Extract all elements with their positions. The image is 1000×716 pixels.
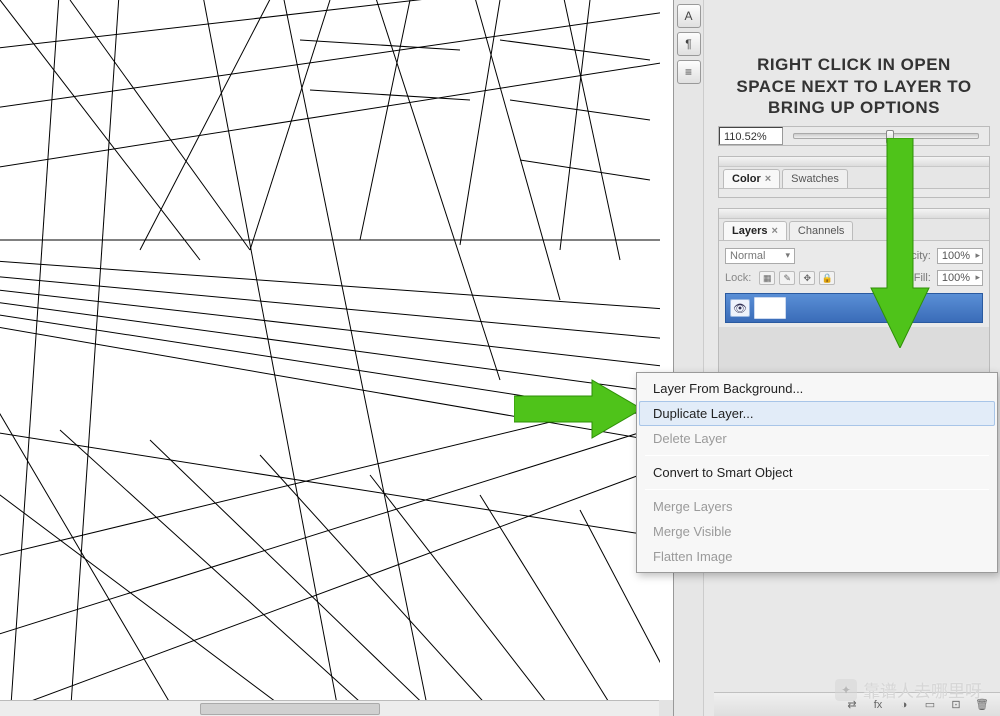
- fill-input[interactable]: 100%: [937, 270, 983, 286]
- panel-titlebar[interactable]: [719, 209, 989, 219]
- blend-mode-select[interactable]: Normal: [725, 248, 795, 264]
- close-icon[interactable]: ×: [771, 225, 777, 237]
- menu-item[interactable]: Duplicate Layer...: [639, 401, 995, 426]
- type-tool-icon[interactable]: A: [677, 4, 701, 28]
- scrollbar-thumb[interactable]: [200, 703, 380, 715]
- tab-channels[interactable]: Channels: [789, 221, 853, 240]
- color-panel-tabs: Color × Swatches: [719, 167, 989, 189]
- close-icon[interactable]: ×: [765, 173, 771, 185]
- panel-collapse-icon[interactable]: ≡: [677, 60, 701, 84]
- visibility-eye-icon[interactable]: 👁: [730, 299, 750, 317]
- tab-layers[interactable]: Layers ×: [723, 221, 787, 240]
- horizontal-scrollbar[interactable]: [0, 700, 660, 716]
- instruction-line: RIGHT CLICK IN OPEN: [757, 55, 951, 74]
- layer-row-selected[interactable]: 👁: [725, 293, 983, 323]
- panel-stack: RIGHT CLICK IN OPEN SPACE NEXT TO LAYER …: [704, 0, 1000, 716]
- zoom-slider-knob[interactable]: [886, 130, 894, 144]
- instruction-text: RIGHT CLICK IN OPEN SPACE NEXT TO LAYER …: [722, 54, 986, 118]
- fill-label: Fill:: [914, 272, 931, 284]
- lock-pixels-icon[interactable]: ✎: [779, 271, 795, 285]
- watermark: ✦ 靠谱人去哪里呀: [835, 677, 982, 702]
- layers-panel-tabs: Layers × Channels: [719, 219, 989, 241]
- scroll-corner: [659, 700, 673, 716]
- tool-strip: A ¶ ≡: [674, 0, 704, 716]
- panel-titlebar[interactable]: [719, 157, 989, 167]
- tab-color[interactable]: Color ×: [723, 169, 780, 188]
- zoom-value-input[interactable]: 110.52%: [719, 127, 783, 145]
- navigator-panel: RIGHT CLICK IN OPEN SPACE NEXT TO LAYER …: [718, 0, 990, 120]
- app-root: A ¶ ≡ RIGHT CLICK IN OPEN SPACE NEXT TO …: [0, 0, 1000, 716]
- layers-panel-body: Normal Opacity: 100% Lock: ▦ ✎ ✥ 🔒 Fill:: [719, 241, 989, 327]
- lock-position-icon[interactable]: ✥: [799, 271, 815, 285]
- menu-separator: [645, 489, 989, 490]
- watermark-text: 靠谱人去哪里呀: [863, 677, 982, 702]
- menu-item: Merge Layers: [639, 494, 995, 519]
- lock-icons: ▦ ✎ ✥ 🔒: [759, 271, 835, 285]
- instruction-line: SPACE NEXT TO LAYER TO: [736, 77, 971, 96]
- lock-label: Lock:: [725, 272, 751, 284]
- document-canvas[interactable]: [0, 0, 660, 700]
- menu-item[interactable]: Convert to Smart Object: [639, 460, 995, 485]
- menu-item: Delete Layer: [639, 426, 995, 451]
- lock-all-icon[interactable]: 🔒: [819, 271, 835, 285]
- tab-label: Color: [732, 173, 761, 185]
- instruction-line: BRING UP OPTIONS: [768, 98, 940, 117]
- layer-thumbnail[interactable]: [754, 297, 786, 319]
- lock-fill-row: Lock: ▦ ✎ ✥ 🔒 Fill: 100%: [725, 267, 983, 289]
- opacity-input[interactable]: 100%: [937, 248, 983, 264]
- layer-context-menu: Layer From Background...Duplicate Layer.…: [636, 372, 998, 573]
- tab-label: Layers: [732, 225, 767, 237]
- color-panel-body: [719, 189, 989, 197]
- color-panel: Color × Swatches: [718, 156, 990, 198]
- menu-item: Merge Visible: [639, 519, 995, 544]
- lock-transparency-icon[interactable]: ▦: [759, 271, 775, 285]
- wechat-icon: ✦: [835, 679, 857, 701]
- tab-swatches[interactable]: Swatches: [782, 169, 848, 188]
- canvas-area: [0, 0, 674, 716]
- opacity-label: Opacity:: [891, 250, 931, 262]
- zoom-slider[interactable]: [793, 133, 979, 139]
- right-column: A ¶ ≡ RIGHT CLICK IN OPEN SPACE NEXT TO …: [674, 0, 1000, 716]
- menu-item[interactable]: Layer From Background...: [639, 376, 995, 401]
- line-art: [0, 0, 660, 700]
- blend-opacity-row: Normal Opacity: 100%: [725, 245, 983, 267]
- paragraph-tool-icon[interactable]: ¶: [677, 32, 701, 56]
- zoom-bar: 110.52%: [718, 126, 990, 146]
- menu-item: Flatten Image: [639, 544, 995, 569]
- menu-separator: [645, 455, 989, 456]
